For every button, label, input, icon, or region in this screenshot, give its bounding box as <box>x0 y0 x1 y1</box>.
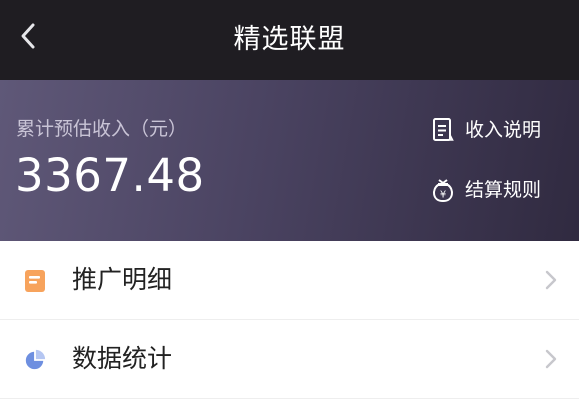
menu-item-label: 数据统计 <box>72 344 173 373</box>
earnings-label: 累计预估收入（元） <box>16 118 188 140</box>
settlement-rules-label: 结算规则 <box>465 179 542 201</box>
earnings-banner: 累计预估收入（元） 3367.48 收入说明 ¥ 结算规则 <box>0 80 579 241</box>
income-explanation-label: 收入说明 <box>465 119 542 141</box>
chevron-right-icon <box>545 349 557 369</box>
income-explanation-link[interactable]: 收入说明 <box>430 113 541 147</box>
earnings-amount: 3367.48 <box>15 149 205 202</box>
list-note-icon <box>24 269 46 293</box>
menu-item-label: 推广明细 <box>72 265 173 294</box>
menu-item-promotion-details[interactable]: 推广明细 <box>0 241 579 320</box>
settlement-rules-link[interactable]: ¥ 结算规则 <box>430 173 541 207</box>
svg-text:¥: ¥ <box>440 190 446 201</box>
chevron-right-icon <box>545 270 557 290</box>
navigation-bar: 精选联盟 <box>0 0 579 80</box>
menu-list: 推广明细 数据统计 <box>0 241 579 399</box>
page-title: 精选联盟 <box>233 24 346 55</box>
menu-item-data-statistics[interactable]: 数据统计 <box>0 320 579 399</box>
document-icon <box>430 116 456 144</box>
pie-chart-icon <box>24 348 46 372</box>
money-bag-icon: ¥ <box>430 176 456 204</box>
